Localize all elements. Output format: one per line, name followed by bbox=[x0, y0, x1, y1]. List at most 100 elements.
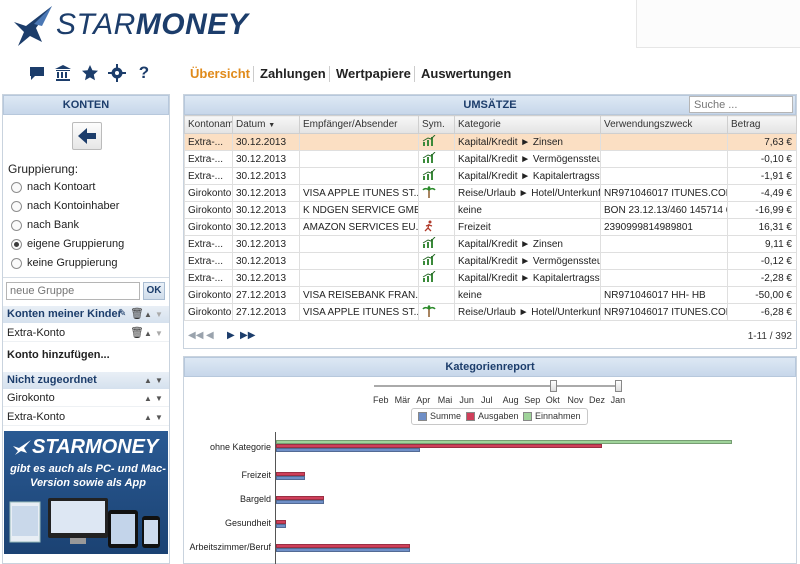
radio-keine-gruppierung[interactable] bbox=[11, 258, 22, 269]
prev-page-icon[interactable]: ◀ bbox=[206, 330, 214, 341]
bar-summe[interactable] bbox=[276, 548, 411, 552]
cell-verwendungszweck bbox=[600, 167, 728, 185]
table-row[interactable]: Girokonto 27.12.2013 VISA REISEBANK FRAN..… bbox=[184, 286, 797, 304]
search-input[interactable] bbox=[689, 96, 793, 113]
table-row[interactable]: Girokonto 30.12.2013 AMAZON SERVICES EU...… bbox=[184, 218, 797, 236]
cell-datum: 30.12.2013 bbox=[232, 269, 300, 287]
tab-auswertungen[interactable]: Auswertungen bbox=[421, 66, 511, 81]
cell-betrag: -4,49 € bbox=[727, 184, 797, 202]
move-up-icon[interactable]: ▲ bbox=[144, 376, 152, 385]
table-header-row: Kontoname Datum ▼ Empfänger/Absender Sym… bbox=[184, 115, 797, 134]
cell-symbol bbox=[418, 235, 455, 253]
table-row[interactable]: Girokonto 30.12.2013 VISA APPLE ITUNES ST.… bbox=[184, 184, 797, 202]
slider-handle-start[interactable] bbox=[550, 380, 557, 392]
tab-separator bbox=[414, 66, 415, 82]
last-page-icon[interactable]: ▶▶ bbox=[240, 330, 255, 341]
promo-logo: STARMONEY bbox=[12, 436, 158, 459]
col-betrag[interactable]: Betrag bbox=[727, 115, 797, 134]
col-empfaenger[interactable]: Empfänger/Absender bbox=[299, 115, 419, 134]
col-kategorie[interactable]: Kategorie bbox=[454, 115, 601, 134]
pager-count: 1-11 / 392 bbox=[747, 331, 792, 342]
trash-icon[interactable]: 🗑 bbox=[130, 307, 144, 320]
table-row[interactable]: Extra-... 30.12.2013 Kapital/Kredit ► Zins… bbox=[184, 235, 797, 253]
konten-title: KONTEN bbox=[3, 95, 169, 115]
cell-kontoname: Extra-... bbox=[184, 167, 233, 185]
bar-summe[interactable] bbox=[276, 500, 324, 504]
legend-swatch-ausgaben bbox=[466, 412, 475, 421]
cell-symbol bbox=[418, 269, 455, 287]
col-symbol[interactable]: Sym. bbox=[418, 115, 455, 134]
next-page-icon[interactable]: ▶ bbox=[227, 330, 235, 341]
cell-symbol bbox=[418, 201, 455, 219]
category-label: ohne Kategorie bbox=[209, 442, 271, 452]
transactions-table: Kontoname Datum ▼ Empfänger/Absender Sym… bbox=[184, 115, 797, 321]
tab-zahlungen[interactable]: Zahlungen bbox=[260, 66, 326, 81]
col-verwendungszweck[interactable]: Verwendungszweck bbox=[600, 115, 728, 134]
cell-betrag: -2,28 € bbox=[727, 269, 797, 287]
cell-betrag: -0,12 € bbox=[727, 252, 797, 270]
bank-icon[interactable] bbox=[54, 64, 72, 82]
timeline-slider-track[interactable] bbox=[374, 385, 622, 387]
cell-datum: 27.12.2013 bbox=[232, 286, 300, 304]
move-down-icon[interactable]: ▼ bbox=[155, 413, 163, 422]
cell-verwendungszweck bbox=[600, 235, 728, 253]
move-down-icon[interactable]: ▼ bbox=[155, 329, 163, 338]
month-label: Nov bbox=[567, 395, 584, 405]
cell-kategorie: Kapital/Kredit ► Vermögenssteuer bbox=[454, 252, 601, 270]
move-up-icon[interactable]: ▲ bbox=[144, 329, 152, 338]
star-icon bbox=[13, 440, 31, 455]
radio-eigene-gruppierung[interactable] bbox=[11, 239, 22, 250]
category-label: Freizeit bbox=[241, 470, 271, 480]
tab-uebersicht[interactable]: Übersicht bbox=[190, 66, 250, 81]
move-up-icon[interactable]: ▲ bbox=[144, 413, 152, 422]
edit-icon[interactable]: ✎ bbox=[118, 308, 126, 319]
palm-icon bbox=[422, 185, 436, 198]
new-group-input[interactable] bbox=[6, 282, 140, 300]
table-row[interactable]: Extra-... 30.12.2013 Kapital/Kredit ► Kapi… bbox=[184, 167, 797, 185]
chat-icon[interactable] bbox=[28, 64, 46, 82]
trash-icon[interactable]: 🗑 bbox=[130, 326, 144, 339]
bar-summe[interactable] bbox=[276, 524, 286, 528]
radio-nach-bank[interactable] bbox=[11, 220, 22, 231]
cell-verwendungszweck: NR971046017 ITUNES.COM... bbox=[600, 184, 728, 202]
help-icon[interactable]: ? bbox=[135, 64, 153, 82]
month-label: Mai bbox=[437, 395, 453, 405]
back-button[interactable] bbox=[72, 122, 102, 150]
cell-empfaenger bbox=[299, 133, 419, 151]
add-account-link[interactable]: Konto hinzufügen... bbox=[3, 347, 169, 364]
col-datum[interactable]: Datum ▼ bbox=[232, 115, 300, 134]
move-down-icon[interactable]: ▼ bbox=[155, 376, 163, 385]
star-icon[interactable] bbox=[81, 64, 99, 82]
radio-label: nach Bank bbox=[27, 219, 79, 231]
cell-datum: 30.12.2013 bbox=[232, 201, 300, 219]
bar-summe[interactable] bbox=[276, 448, 420, 452]
move-down-icon[interactable]: ▼ bbox=[155, 394, 163, 403]
table-row[interactable]: Extra-... 30.12.2013 Kapital/Kredit ► Kapi… bbox=[184, 269, 797, 287]
tab-wertpapiere[interactable]: Wertpapiere bbox=[336, 66, 411, 81]
move-down-icon[interactable]: ▼ bbox=[155, 310, 163, 319]
cell-datum: 30.12.2013 bbox=[232, 150, 300, 168]
cell-kontoname: Girokonto bbox=[184, 184, 233, 202]
table-row[interactable]: Extra-... 30.12.2013 Kapital/Kredit ► Verm… bbox=[184, 252, 797, 270]
table-row[interactable]: Girokonto 27.12.2013 VISA APPLE ITUNES ST.… bbox=[184, 303, 797, 321]
cell-kontoname: Girokonto bbox=[184, 303, 233, 321]
table-row[interactable]: Girokonto 30.12.2013 K NDGEN SERVICE GMBH k… bbox=[184, 201, 797, 219]
table-row[interactable]: Extra-... 30.12.2013 Kapital/Kredit ► Verm… bbox=[184, 150, 797, 168]
promo-text: gibt es auch als PC- und Mac-Version sow… bbox=[10, 463, 166, 489]
ok-button[interactable]: OK bbox=[143, 282, 165, 300]
table-row[interactable]: Extra-... 30.12.2013 Kapital/Kredit ► Zins… bbox=[184, 133, 797, 151]
gear-icon[interactable] bbox=[108, 64, 126, 82]
radio-nach-kontoart[interactable] bbox=[11, 182, 22, 193]
month-label: Sep bbox=[524, 395, 541, 405]
cell-empfaenger bbox=[299, 269, 419, 287]
slider-handle-end[interactable] bbox=[615, 380, 622, 392]
move-up-icon[interactable]: ▲ bbox=[144, 310, 152, 319]
move-up-icon[interactable]: ▲ bbox=[144, 394, 152, 403]
cell-kategorie: Kapital/Kredit ► Zinsen bbox=[454, 235, 601, 253]
radio-nach-kontoinhaber[interactable] bbox=[11, 201, 22, 212]
cell-kategorie: Freizeit bbox=[454, 218, 601, 236]
first-page-icon[interactable]: ◀◀ bbox=[188, 330, 203, 341]
col-kontoname[interactable]: Kontoname bbox=[184, 115, 233, 134]
month-label: Jun bbox=[459, 395, 474, 405]
bar-summe[interactable] bbox=[276, 476, 305, 480]
